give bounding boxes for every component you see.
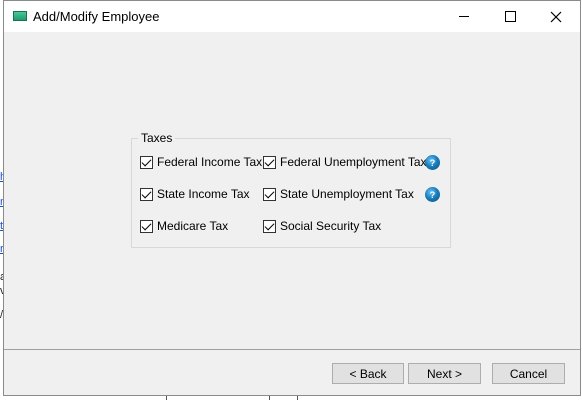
minimize-button[interactable]: [441, 1, 487, 32]
federal-income-tax-checkbox[interactable]: Federal Income Tax: [140, 155, 262, 169]
state-unemployment-tax-checkbox[interactable]: State Unemployment Tax: [263, 187, 414, 201]
footer-separator: [4, 349, 580, 350]
checkbox-label: Social Security Tax: [280, 219, 382, 233]
help-icon[interactable]: ?: [425, 155, 440, 170]
app-icon: [13, 11, 27, 21]
background-divider: [297, 396, 298, 400]
cancel-button[interactable]: Cancel: [492, 363, 565, 384]
window-title: Add/Modify Employee: [33, 9, 160, 24]
add-modify-employee-dialog: Add/Modify Employee Taxes Federal Income…: [3, 0, 581, 396]
taxes-groupbox: Taxes Federal Income Tax Federal Unemplo…: [131, 131, 451, 248]
maximize-icon: [504, 11, 516, 22]
checkbox-checked-icon[interactable]: [140, 155, 153, 169]
next-button[interactable]: Next >: [408, 363, 481, 384]
close-button[interactable]: [533, 1, 579, 32]
federal-unemployment-tax-checkbox[interactable]: Federal Unemployment Tax: [263, 155, 427, 169]
checkbox-label: Medicare Tax: [157, 219, 229, 233]
maximize-button[interactable]: [487, 1, 533, 32]
close-icon: [550, 11, 562, 22]
taxes-legend: Taxes: [138, 131, 176, 145]
checkbox-checked-icon[interactable]: [263, 155, 276, 169]
checkbox-label: Federal Income Tax: [157, 155, 263, 169]
background-divider: [166, 396, 167, 400]
help-icon[interactable]: ?: [425, 187, 440, 202]
title-bar[interactable]: Add/Modify Employee: [4, 1, 580, 32]
checkbox-label: State Income Tax: [157, 187, 250, 201]
checkbox-checked-icon[interactable]: [140, 219, 153, 233]
checkbox-checked-icon[interactable]: [263, 219, 276, 233]
medicare-tax-checkbox[interactable]: Medicare Tax: [140, 219, 228, 233]
state-income-tax-checkbox[interactable]: State Income Tax: [140, 187, 250, 201]
checkbox-label: State Unemployment Tax: [280, 187, 414, 201]
background-divider: [269, 396, 270, 400]
social-security-tax-checkbox[interactable]: Social Security Tax: [263, 219, 381, 233]
checkbox-checked-icon[interactable]: [140, 187, 153, 201]
back-button[interactable]: < Back: [332, 363, 404, 384]
checkbox-checked-icon[interactable]: [263, 187, 276, 201]
minimize-icon: [459, 16, 469, 17]
checkbox-label: Federal Unemployment Tax: [280, 155, 427, 169]
